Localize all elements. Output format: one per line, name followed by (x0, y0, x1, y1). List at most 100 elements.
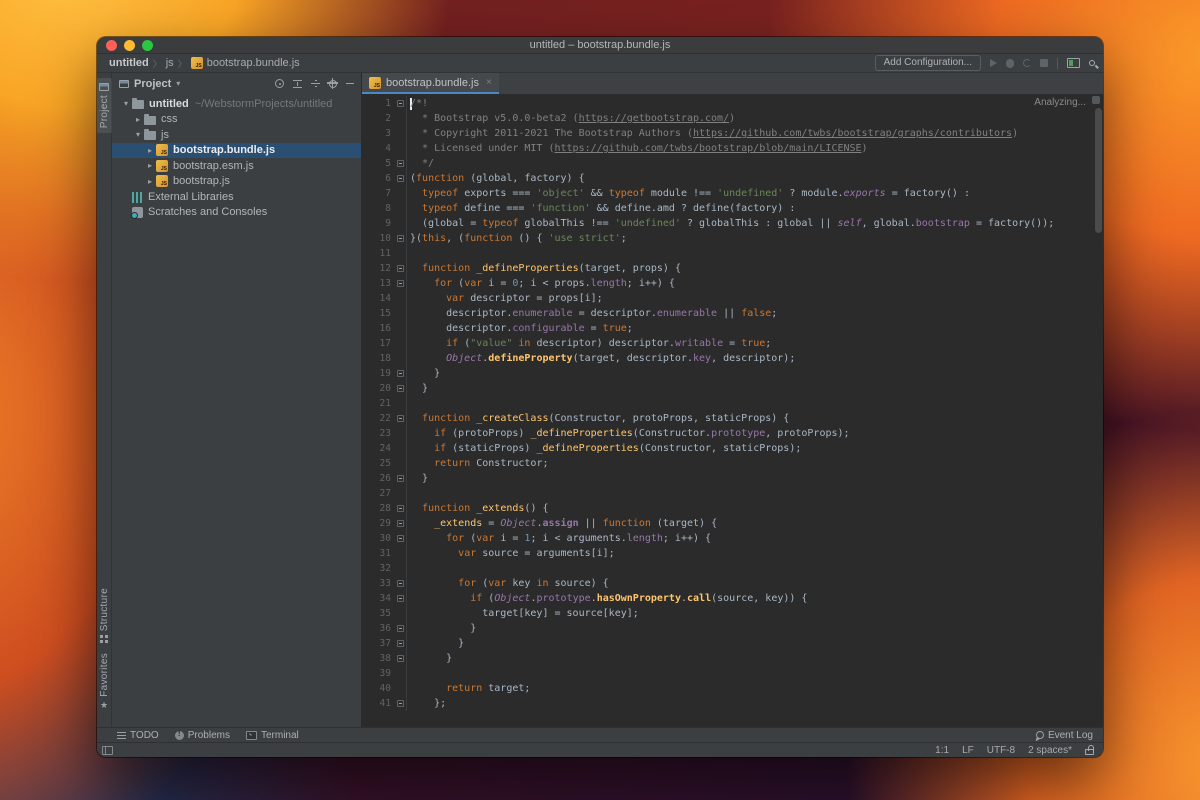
code-line[interactable]: 4 * Licensed under MIT (https://github.c… (362, 141, 1103, 156)
debug-icon[interactable] (1006, 58, 1014, 68)
breadcrumb-segment[interactable]: js (166, 57, 174, 69)
code-line[interactable]: 34 if (Object.prototype.hasOwnProperty.c… (362, 591, 1103, 606)
code-line[interactable]: 1 /*! (362, 96, 1103, 111)
fold-marker-icon[interactable] (397, 535, 404, 542)
code-line[interactable]: 32 (362, 561, 1103, 576)
fold-marker-icon[interactable] (397, 235, 404, 242)
tree-item[interactable]: ▸ bootstrap.bundle.js (112, 142, 361, 158)
close-tab-icon[interactable]: × (486, 77, 492, 88)
fold-marker-icon[interactable] (397, 580, 404, 587)
code-line[interactable]: 40 return target; (362, 681, 1103, 696)
tool-window-button-problems[interactable]: Problems (174, 729, 230, 741)
code-line[interactable]: 28 function _extends() { (362, 501, 1103, 516)
hide-panel-icon[interactable] (346, 82, 354, 85)
code-line[interactable]: 25 return Constructor; (362, 456, 1103, 471)
fold-marker-icon[interactable] (397, 640, 404, 647)
tool-stripe-structure[interactable]: Structure (97, 583, 112, 648)
tree-item[interactable]: External Libraries (112, 189, 361, 205)
tool-stripe-favorites[interactable]: Favorites ★ (97, 648, 112, 715)
code-line[interactable]: 24 if (staticProps) _defineProperties(Co… (362, 441, 1103, 456)
code-line[interactable]: 35 target[key] = source[key]; (362, 606, 1103, 621)
chevron-down-icon[interactable]: ▾ (120, 99, 132, 108)
code-line[interactable]: 6 (function (global, factory) { (362, 171, 1103, 186)
fold-marker-icon[interactable] (397, 265, 404, 272)
search-everywhere-icon[interactable] (1089, 60, 1095, 66)
code-line[interactable]: 9 (global = typeof globalThis !== 'undef… (362, 216, 1103, 231)
fold-marker-icon[interactable] (397, 160, 404, 167)
locate-file-icon[interactable] (275, 79, 284, 88)
code-line[interactable]: 14 var descriptor = props[i]; (362, 291, 1103, 306)
run-icon[interactable] (990, 59, 997, 67)
expand-all-icon[interactable] (293, 79, 302, 88)
code-line[interactable]: 30 for (var i = 1; i < arguments.length;… (362, 531, 1103, 546)
code-line[interactable]: 12 function _defineProperties(target, pr… (362, 261, 1103, 276)
code-line[interactable]: 23 if (protoProps) _defineProperties(Con… (362, 426, 1103, 441)
fold-marker-icon[interactable] (397, 175, 404, 182)
code-line[interactable]: 21 (362, 396, 1103, 411)
fold-marker-icon[interactable] (397, 505, 404, 512)
fold-marker-icon[interactable] (397, 100, 404, 107)
tree-item[interactable]: ▸ bootstrap.js (112, 174, 361, 190)
code-line[interactable]: 7 typeof exports === 'object' && typeof … (362, 186, 1103, 201)
code-line[interactable]: 17 if ("value" in descriptor) descriptor… (362, 336, 1103, 351)
close-button[interactable] (106, 40, 117, 51)
code-line[interactable]: 3 * Copyright 2011-2021 The Bootstrap Au… (362, 126, 1103, 141)
code-line[interactable]: 22 function _createClass(Constructor, pr… (362, 411, 1103, 426)
tool-stripe-project[interactable]: Project (97, 78, 112, 134)
file-encoding[interactable]: UTF-8 (987, 745, 1015, 756)
fold-marker-icon[interactable] (397, 385, 404, 392)
chevron-down-icon[interactable]: ▾ (132, 130, 144, 139)
breadcrumb-segment[interactable]: bootstrap.bundle.js (207, 57, 300, 69)
fold-marker-icon[interactable] (397, 655, 404, 662)
code-line[interactable]: 36 } (362, 621, 1103, 636)
code-line[interactable]: 15 descriptor.enumerable = descriptor.en… (362, 306, 1103, 321)
profile-icon[interactable] (1023, 59, 1031, 67)
code-line[interactable]: 8 typeof define === 'function' && define… (362, 201, 1103, 216)
code-line[interactable]: 29 _extends = Object.assign || function … (362, 516, 1103, 531)
tool-window-button-todo[interactable]: TODO (117, 730, 159, 741)
fold-marker-icon[interactable] (397, 370, 404, 377)
chevron-right-icon[interactable]: ▸ (132, 115, 144, 124)
tree-item[interactable]: ▸ css (112, 112, 361, 128)
fold-marker-icon[interactable] (397, 700, 404, 707)
tree-item[interactable]: ▾ js (112, 127, 361, 143)
code-line[interactable]: 41 }; (362, 696, 1103, 711)
layout-icon[interactable] (1067, 58, 1080, 68)
title-bar[interactable]: untitled – bootstrap.bundle.js (97, 37, 1103, 54)
fold-marker-icon[interactable] (397, 415, 404, 422)
zoom-button[interactable] (142, 40, 153, 51)
chevron-right-icon[interactable]: ▸ (144, 177, 156, 186)
code-line[interactable]: 18 Object.defineProperty(target, descrip… (362, 351, 1103, 366)
code-line[interactable]: 13 for (var i = 0; i < props.length; i++… (362, 276, 1103, 291)
tree-item[interactable]: ▾ untitled ~/WebstormProjects/untitled (112, 96, 361, 112)
tree-item[interactable]: Scratches and Consoles (112, 205, 361, 221)
unlocked-icon[interactable] (1085, 745, 1094, 755)
settings-icon[interactable] (327, 77, 338, 89)
editor-scrollbar[interactable] (1095, 108, 1102, 233)
stop-icon[interactable] (1040, 59, 1048, 67)
fold-marker-icon[interactable] (397, 280, 404, 287)
code-line[interactable]: 10}(this, (function () { 'use strict'; (362, 231, 1103, 246)
code-line[interactable]: 31 var source = arguments[i]; (362, 546, 1103, 561)
inspection-indicator-icon[interactable] (1092, 96, 1100, 104)
minimize-button[interactable] (124, 40, 135, 51)
code-line[interactable]: 39 (362, 666, 1103, 681)
tool-window-switcher-icon[interactable] (102, 745, 113, 755)
add-configuration-button[interactable]: Add Configuration... (874, 55, 981, 71)
code-line[interactable]: 38 } (362, 651, 1103, 666)
chevron-right-icon[interactable]: ▸ (144, 146, 156, 155)
chevron-down-icon[interactable]: ▾ (176, 79, 180, 88)
code-line[interactable]: 27 (362, 486, 1103, 501)
code-line[interactable]: 19 } (362, 366, 1103, 381)
code-line[interactable]: 16 descriptor.configurable = true; (362, 321, 1103, 336)
code-line[interactable]: 20 } (362, 381, 1103, 396)
code-editor[interactable]: 1/*! 2 * Bootstrap v5.0.0-beta2 (https://… (362, 94, 1103, 727)
indent-setting[interactable]: 2 spaces* (1028, 745, 1072, 756)
fold-marker-icon[interactable] (397, 475, 404, 482)
tree-item[interactable]: ▸ bootstrap.esm.js (112, 158, 361, 174)
tool-window-button-terminal[interactable]: Terminal (245, 730, 299, 741)
collapse-all-icon[interactable] (311, 79, 320, 88)
breadcrumb-segment[interactable]: untitled (109, 57, 149, 69)
code-line[interactable]: 26 } (362, 471, 1103, 486)
code-line[interactable]: 2 * Bootstrap v5.0.0-beta2 (https://getb… (362, 111, 1103, 126)
